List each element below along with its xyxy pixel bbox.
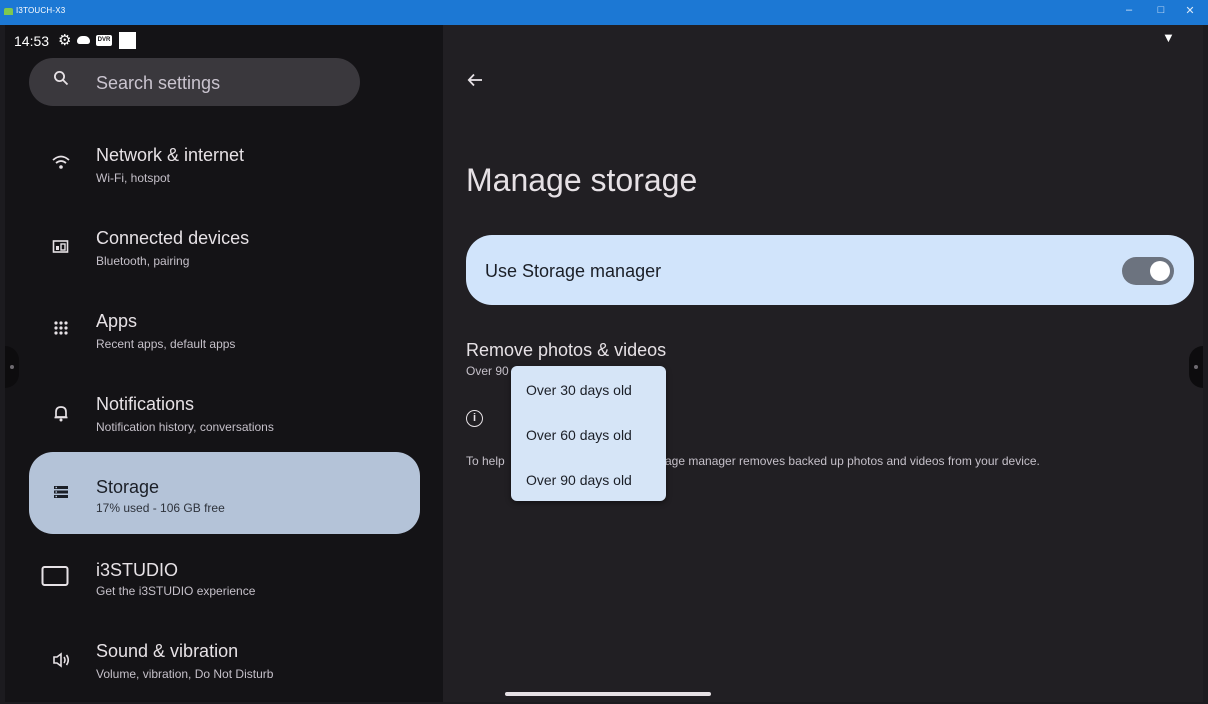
monitor-icon bbox=[40, 565, 70, 592]
nav-title: Sound & vibration bbox=[96, 641, 239, 661]
search-icon bbox=[53, 70, 69, 91]
storage-icon bbox=[47, 483, 75, 504]
nav-title: Network & internet bbox=[96, 145, 245, 165]
home-indicator-bar[interactable] bbox=[505, 692, 711, 696]
nav-item-apps[interactable]: Apps Recent apps, default apps bbox=[29, 292, 420, 374]
nav-title: Notifications bbox=[96, 394, 195, 414]
nav-subtitle: 17% used - 106 GB free bbox=[96, 501, 225, 515]
maximize-button[interactable]: □ bbox=[1154, 4, 1168, 16]
search-placeholder: Search settings bbox=[96, 73, 221, 93]
back-arrow-icon[interactable] bbox=[467, 70, 483, 93]
nav-item-storage[interactable]: Storage 17% used - 106 GB free bbox=[29, 452, 420, 534]
close-button[interactable]: ✕ bbox=[1183, 4, 1197, 17]
nav-title: Storage bbox=[96, 477, 160, 497]
bell-icon bbox=[47, 404, 75, 427]
nav-subtitle: Recent apps, default apps bbox=[96, 337, 236, 351]
nav-subtitle: Bluetooth, pairing bbox=[96, 254, 190, 268]
connected-devices-icon bbox=[47, 239, 75, 260]
cloud-status-icon bbox=[77, 36, 90, 44]
nav-title: Apps bbox=[96, 311, 138, 331]
page-title: Manage storage bbox=[466, 162, 698, 198]
dvr-status-icon: DVR bbox=[96, 35, 112, 46]
handle-dot bbox=[10, 365, 14, 369]
nav-title: i3STUDIO bbox=[96, 560, 179, 580]
remove-photos-title[interactable]: Remove photos & videos bbox=[466, 340, 666, 361]
nav-item-sound[interactable]: Sound & vibration Volume, vibration, Do … bbox=[29, 622, 420, 704]
info-icon: i bbox=[466, 410, 483, 427]
search-settings-bar[interactable]: Search settings bbox=[29, 58, 360, 106]
nav-item-network[interactable]: Network & internet Wi-Fi, hotspot bbox=[29, 126, 420, 208]
wifi-status-icon: ▼ bbox=[1162, 30, 1175, 45]
nav-title: Connected devices bbox=[96, 228, 250, 248]
speaker-icon bbox=[47, 652, 75, 673]
detail-pane bbox=[443, 25, 1203, 702]
gear-status-icon: ⚙ bbox=[58, 32, 72, 49]
dropdown-option-90[interactable]: Over 90 days old bbox=[526, 472, 632, 488]
age-dropdown-menu: Over 30 days old Over 60 days old Over 9… bbox=[511, 366, 666, 501]
nav-subtitle: Get the i3STUDIO experience bbox=[96, 584, 256, 598]
toggle-knob bbox=[1150, 261, 1170, 281]
wifi-icon bbox=[47, 154, 75, 175]
minimize-button[interactable]: – bbox=[1122, 4, 1136, 16]
nav-subtitle: Volume, vibration, Do Not Disturb bbox=[96, 667, 274, 681]
app-icon bbox=[4, 8, 13, 15]
status-time: 14:53 bbox=[14, 33, 50, 49]
nav-item-connected-devices[interactable]: Connected devices Bluetooth, pairing bbox=[29, 209, 420, 291]
nav-item-notifications[interactable]: Notifications Notification history, conv… bbox=[29, 375, 420, 457]
dropdown-option-30[interactable]: Over 30 days old bbox=[526, 382, 632, 398]
apps-grid-icon bbox=[47, 320, 75, 341]
window-titlebar: I3TOUCH-X3 – □ ✕ bbox=[0, 0, 1208, 25]
square-status-icon bbox=[119, 32, 136, 49]
storage-manager-toggle[interactable] bbox=[1122, 257, 1174, 285]
nav-item-i3studio[interactable]: i3STUDIO Get the i3STUDIO experience bbox=[29, 541, 420, 623]
remove-photos-subtitle: Over 90 bbox=[466, 364, 509, 378]
dropdown-option-60[interactable]: Over 60 days old bbox=[526, 427, 632, 443]
info-text-right: age manager removes backed up photos and… bbox=[665, 454, 1040, 468]
info-text-left: To help bbox=[466, 454, 505, 468]
storage-manager-card[interactable]: Use Storage manager bbox=[466, 235, 1194, 305]
nav-subtitle: Notification history, conversations bbox=[96, 420, 274, 434]
storage-manager-label: Use Storage manager bbox=[485, 261, 662, 281]
window-title: I3TOUCH-X3 bbox=[16, 6, 66, 15]
nav-subtitle: Wi-Fi, hotspot bbox=[96, 171, 171, 185]
right-edge-handle[interactable] bbox=[1189, 346, 1203, 388]
handle-dot bbox=[1194, 365, 1198, 369]
